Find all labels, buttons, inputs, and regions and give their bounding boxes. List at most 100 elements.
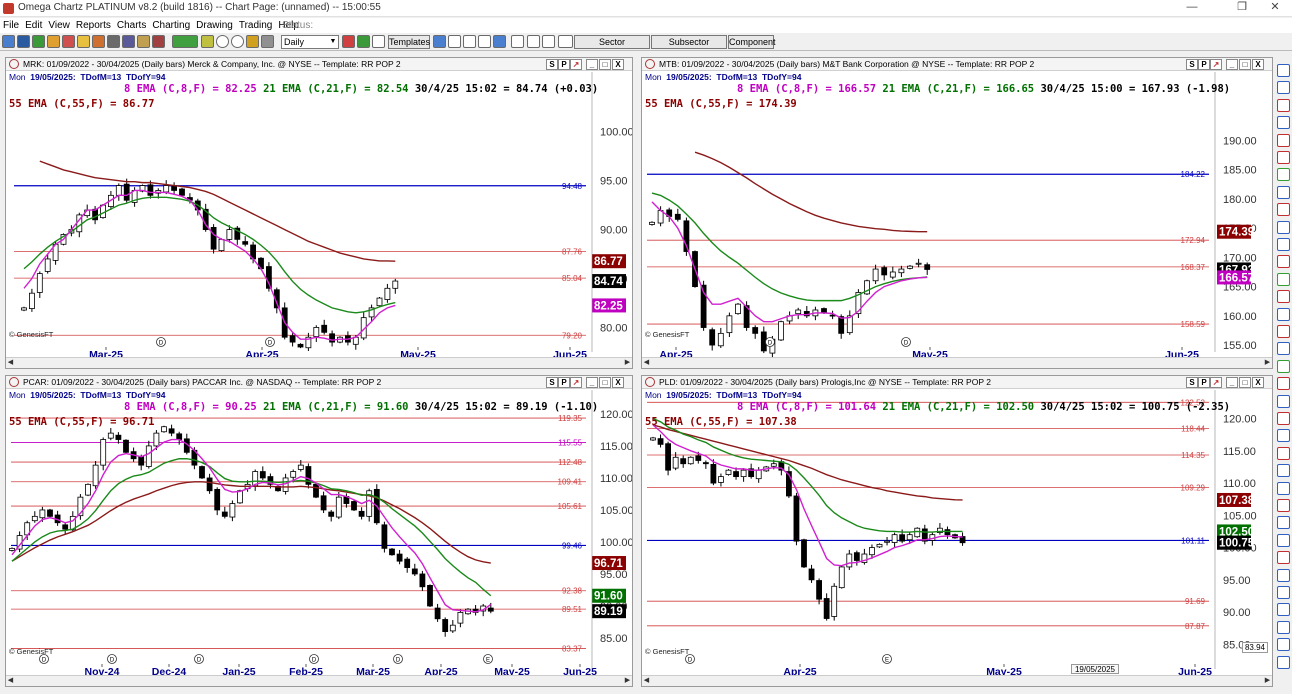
- tool-icon-21[interactable]: [478, 35, 491, 48]
- tool-icon-22[interactable]: [493, 35, 506, 48]
- scroll-right-icon[interactable]: ▶: [623, 676, 632, 686]
- level-label: 118.44: [1181, 425, 1205, 434]
- tool-icon-15[interactable]: [231, 35, 244, 48]
- tool-icon-11[interactable]: [152, 35, 165, 48]
- interval-select[interactable]: Daily ▼: [281, 35, 339, 49]
- tool-icon-18[interactable]: [433, 35, 446, 48]
- menu-charts[interactable]: Charts: [114, 18, 149, 33]
- tool-icon-1[interactable]: [2, 35, 15, 48]
- tool-icon-9[interactable]: [122, 35, 135, 48]
- drawing-tool-icon[interactable]: [1277, 325, 1290, 338]
- drawing-tool-icon[interactable]: [1277, 429, 1290, 443]
- component-button[interactable]: Component: [728, 35, 776, 49]
- chart-panel-mrk[interactable]: MRK: 01/09/2022 - 30/04/2025 (Daily bars…: [5, 57, 633, 369]
- menu-drawing[interactable]: Drawing: [193, 18, 236, 33]
- tool-icon-16[interactable]: [246, 35, 259, 48]
- tool-icon-19[interactable]: [448, 35, 461, 48]
- menu-file[interactable]: File: [0, 18, 22, 33]
- horizontal-scrollbar[interactable]: ◀ ▶: [6, 357, 632, 368]
- chart-panel-mtb[interactable]: MTB: 01/09/2022 - 30/04/2025 (Daily bars…: [641, 57, 1273, 369]
- drawing-tool-icon[interactable]: [1277, 64, 1290, 77]
- drawing-tool-icon[interactable]: [1277, 307, 1290, 321]
- tool-icon-3[interactable]: [32, 35, 45, 48]
- horizontal-scrollbar[interactable]: ◀ ▶: [642, 675, 1272, 686]
- bar-chart-icon[interactable]: [342, 35, 355, 48]
- drawing-tool-icon[interactable]: [1277, 377, 1290, 391]
- scroll-left-icon[interactable]: ◀: [6, 358, 15, 368]
- chart-panel-pld[interactable]: PLD: 01/09/2022 - 30/04/2025 (Daily bars…: [641, 375, 1273, 687]
- drawing-tool-icon[interactable]: [1277, 185, 1290, 199]
- tool-icon-12[interactable]: [172, 35, 198, 48]
- subsector-button[interactable]: Subsector: [651, 35, 727, 49]
- crosshair-icon[interactable]: [527, 35, 540, 48]
- tool-icon-14[interactable]: [216, 35, 229, 48]
- tool-icon-6[interactable]: [77, 35, 90, 48]
- tool-icon-8[interactable]: [107, 35, 120, 48]
- tool-icon-10[interactable]: [137, 35, 150, 48]
- minimize-button[interactable]: —: [1172, 0, 1212, 16]
- menu-view[interactable]: View: [45, 18, 73, 33]
- drawing-tool-icon[interactable]: [1277, 533, 1290, 547]
- drawing-tool-icon[interactable]: [1277, 359, 1290, 373]
- drawing-tool-icon[interactable]: [1277, 499, 1290, 512]
- tool-icon-7[interactable]: [92, 35, 105, 48]
- candle-body: [329, 333, 336, 343]
- menu-charting[interactable]: Charting: [149, 18, 193, 33]
- scroll-left-icon[interactable]: ◀: [642, 358, 651, 368]
- drawing-tool-icon[interactable]: [1277, 446, 1290, 460]
- close-button[interactable]: ✕: [1255, 0, 1292, 16]
- horizontal-scrollbar[interactable]: ◀ ▶: [6, 675, 632, 686]
- drawing-tool-icon[interactable]: [1277, 98, 1290, 112]
- drawing-tool-icon[interactable]: [1277, 516, 1290, 530]
- tool-icon-20[interactable]: [463, 35, 476, 48]
- plus-icon[interactable]: [542, 35, 555, 48]
- horizontal-scrollbar[interactable]: ◀ ▶: [642, 357, 1272, 368]
- drawing-tool-icon[interactable]: [1277, 412, 1290, 425]
- candle-body: [680, 458, 687, 465]
- tool-icon-13[interactable]: [201, 35, 214, 48]
- drawing-tool-icon[interactable]: [1277, 272, 1290, 286]
- drawing-tool-icon[interactable]: [1277, 394, 1290, 408]
- scroll-left-icon[interactable]: ◀: [6, 676, 15, 686]
- ema8-label: 8 EMA (C,8,F) = 90.25: [124, 401, 257, 413]
- drawing-tool-icon[interactable]: [1277, 342, 1290, 356]
- drawing-tool-icon[interactable]: [1277, 603, 1290, 617]
- tool-icon-4[interactable]: [47, 35, 60, 48]
- drawing-tool-icon[interactable]: [1277, 568, 1290, 582]
- templates-button[interactable]: Templates: [388, 35, 430, 49]
- dash-icon[interactable]: [558, 35, 573, 48]
- chart-panel-pcar[interactable]: PCAR: 01/09/2022 - 30/04/2025 (Daily bar…: [5, 375, 633, 687]
- drawing-tool-icon[interactable]: [1277, 220, 1290, 234]
- scroll-right-icon[interactable]: ▶: [1263, 358, 1272, 368]
- scroll-left-icon[interactable]: ◀: [642, 676, 651, 686]
- sector-button[interactable]: Sector: [574, 35, 650, 49]
- drawing-tool-icon[interactable]: [1277, 238, 1290, 251]
- scroll-right-icon[interactable]: ▶: [623, 358, 632, 368]
- menu-edit[interactable]: Edit: [22, 18, 45, 33]
- drawing-tool-icon[interactable]: [1277, 620, 1290, 634]
- tool-icon-17[interactable]: [261, 35, 274, 48]
- menu-trading[interactable]: Trading: [236, 18, 276, 33]
- drawing-tool-icon[interactable]: [1277, 81, 1290, 95]
- cursor-icon[interactable]: [511, 35, 524, 48]
- drawing-tool-icon[interactable]: [1277, 151, 1290, 164]
- drawing-tool-icon[interactable]: [1277, 551, 1290, 565]
- tool-icon-2[interactable]: [17, 35, 30, 48]
- drawing-tool-icon[interactable]: [1277, 586, 1290, 599]
- candle-icon[interactable]: [357, 35, 370, 48]
- menu-reports[interactable]: Reports: [73, 18, 114, 33]
- scroll-right-icon[interactable]: ▶: [1263, 676, 1272, 686]
- drawing-tool-icon[interactable]: [1277, 168, 1290, 182]
- drawing-tool-icon[interactable]: [1277, 133, 1290, 147]
- drawing-tool-icon[interactable]: [1277, 116, 1290, 130]
- drawing-tool-icon[interactable]: [1277, 638, 1290, 652]
- drawing-tool-icon[interactable]: [1277, 481, 1290, 495]
- tool-icon-5[interactable]: [62, 35, 75, 48]
- drawing-tool-icon[interactable]: [1277, 290, 1290, 304]
- candle-body: [214, 488, 221, 511]
- line-chart-icon[interactable]: [372, 35, 385, 48]
- drawing-tool-icon[interactable]: [1277, 464, 1290, 478]
- drawing-tool-icon[interactable]: [1277, 255, 1290, 269]
- drawing-tool-icon[interactable]: [1277, 203, 1290, 217]
- drawing-tool-icon[interactable]: [1277, 655, 1290, 669]
